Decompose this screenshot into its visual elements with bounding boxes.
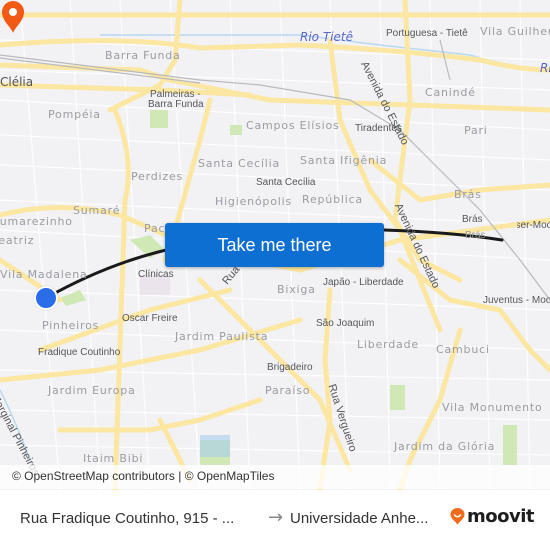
map-attribution: © OpenStreetMap contributors | © OpenMap… <box>0 465 550 489</box>
station-label-bras-2: Brás <box>465 230 486 241</box>
station-label-japao-liberdade: Japão - Liberdade <box>323 277 404 288</box>
destination-address: Universidade Anhe... <box>290 510 429 527</box>
map-label-clelia: Clélia <box>0 75 34 89</box>
map-label-campos-elisios: Campos Elísios <box>246 119 340 132</box>
map-label-liberdade: Liberdade <box>357 338 419 351</box>
water-label-rio-tiete-east: Rio <box>540 61 550 75</box>
map-label-bixiga: Bixiga <box>277 283 316 296</box>
map-label-paraiso: Paraíso <box>265 384 311 397</box>
map-label-vila-monumento: Vila Monumento <box>442 401 543 414</box>
map-label-cambuci: Cambuci <box>436 343 490 356</box>
map-label-republica: República <box>302 193 363 206</box>
station-label-santa-cecilia: Santa Cecília <box>256 177 316 188</box>
station-label-juventus-mooca: Juventus - Mooca <box>483 295 550 306</box>
map-label-bras: Brás <box>454 188 482 201</box>
station-label-barra-funda: Barra Funda <box>148 99 204 110</box>
take-me-there-button[interactable]: Take me there <box>165 223 384 267</box>
moovit-logo: moovit <box>450 506 535 527</box>
map-label-perdizes: Perdizes <box>131 170 184 183</box>
moovit-pin-icon <box>450 508 465 525</box>
map-label-sumarezinho: Sumarezinho <box>0 215 73 228</box>
map-label-santa-cecilia: Santa Cecília <box>198 157 281 170</box>
map-label-jardim-paulista: Jardim Paulista <box>175 330 269 343</box>
map-label-itaim-bibi: Itaim Bibi <box>83 452 144 465</box>
map-label-caninde: Canindé <box>425 86 476 99</box>
map-label-jardim-da-gloria: Jardim da Glória <box>394 440 496 453</box>
map-label-barra-funda: Barra Funda <box>105 49 181 62</box>
origin-address: Rua Fradique Coutinho, 915 - ... <box>20 510 235 527</box>
station-label-portuguesa-tiete: Portuguesa - Tietê <box>386 28 468 39</box>
station-label-oscar-freire: Oscar Freire <box>122 313 178 324</box>
station-label-brigadeiro: Brigadeiro <box>267 362 313 373</box>
map-label-beatriz: Beatriz <box>0 234 35 247</box>
station-label-fradique-coutinho: Fradique Coutinho <box>38 347 121 358</box>
water-label-rio-tiete: Rio Tietê <box>300 30 353 44</box>
map-label-vila-guilherme: Vila Guilherme <box>480 25 550 38</box>
station-label-sao-joaquim: São Joaquim <box>316 318 375 329</box>
arrow-right-icon: → <box>268 507 284 528</box>
map-label-higienopolis: Higienópolis <box>215 195 292 208</box>
map-label-santa-ifigenia: Santa Ifigênia <box>300 154 388 167</box>
map-label-jardim-europa: Jardim Europa <box>48 384 136 397</box>
attribution-text[interactable]: © OpenStreetMap contributors | © OpenMap… <box>12 469 274 483</box>
map-label-sumare: Sumaré <box>73 204 121 217</box>
map-label-pari: Pari <box>464 124 488 137</box>
map-canvas[interactable]: Barra Funda Clélia Pompéia Campos Elísio… <box>0 0 550 490</box>
station-label-bras: Brás <box>462 214 483 225</box>
map-label-vila-madalena: Vila Madalena <box>0 268 88 281</box>
map-label-pinheiros: Pinheiros <box>42 319 100 332</box>
origin-marker[interactable] <box>34 286 58 310</box>
destination-pin-icon[interactable] <box>0 0 26 34</box>
moovit-wordmark: moovit <box>467 506 535 527</box>
map-label-pompeia: Pompéia <box>48 108 101 121</box>
station-label-clinicas: Clínicas <box>138 269 174 280</box>
